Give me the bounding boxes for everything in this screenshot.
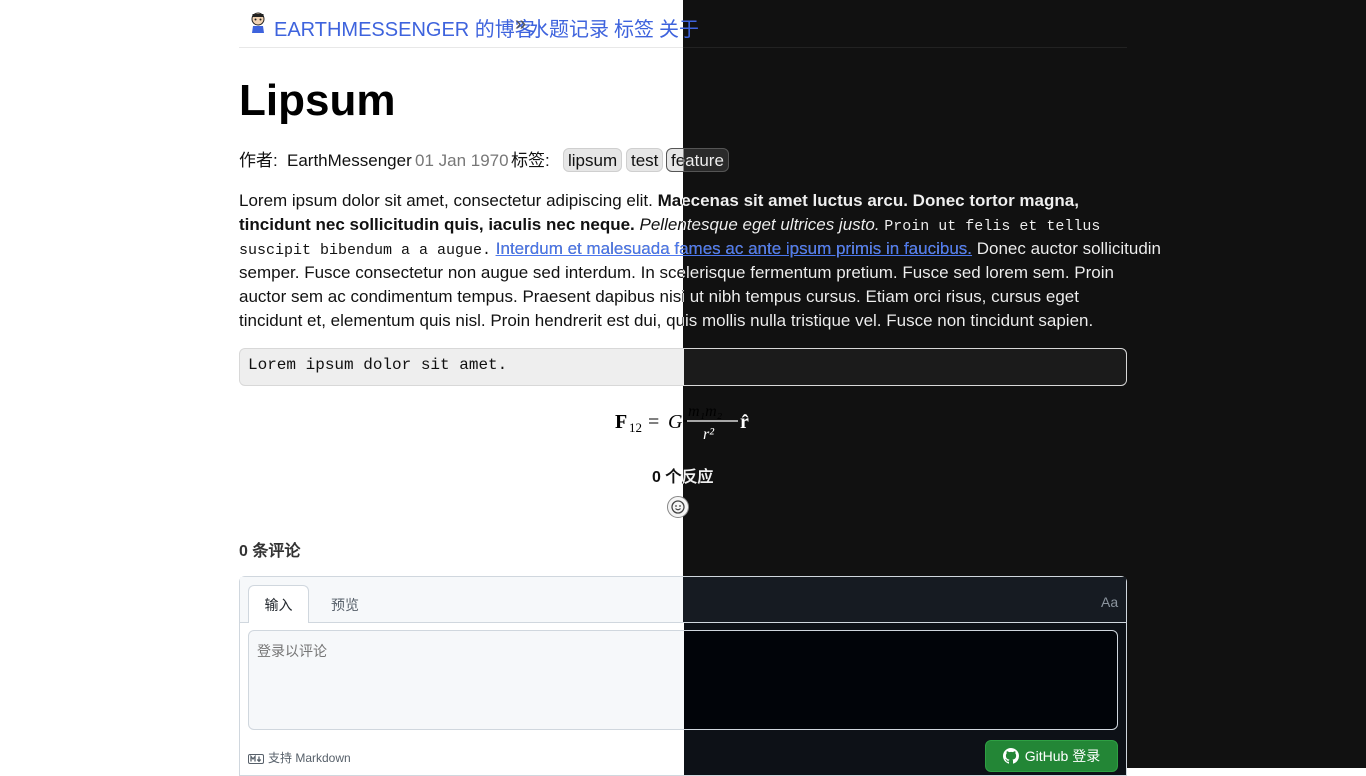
tag-lipsum[interactable]: lipsum xyxy=(563,148,623,172)
comment-box-header xyxy=(240,577,1126,623)
body-line: auctor sem ac condimentum tempus. Praese… xyxy=(239,285,1079,309)
body-link[interactable]: Interdum et malesuada fames ac ante ipsu… xyxy=(496,239,972,258)
nav-link-tags[interactable]: 标签 xyxy=(614,13,654,42)
comments-count: 0 条评论 xyxy=(239,543,301,560)
font-toggle-button[interactable]: Aa xyxy=(1101,594,1118,610)
header-divider xyxy=(239,47,1127,48)
body-line: suscipit bibendum a a augue. Interdum et… xyxy=(239,237,1161,263)
breadcrumb-separator: » xyxy=(515,13,527,35)
tab-input[interactable]: 输入 xyxy=(248,585,309,623)
formula-equals: = xyxy=(648,411,659,433)
formula-numerator: m₁m₂ xyxy=(688,403,723,420)
body-text: Donec auctor sollicitudin xyxy=(972,239,1161,258)
avatar-icon[interactable] xyxy=(250,12,266,34)
nav-link-problems[interactable]: 水题记录 xyxy=(529,13,609,42)
markdown-icon xyxy=(248,751,264,764)
add-reaction-button[interactable] xyxy=(667,496,689,518)
body-line: semper. Fusce consectetur non augue sed … xyxy=(239,261,1114,285)
github-login-label: GitHub 登录 xyxy=(1024,748,1101,764)
formula-lhs: F xyxy=(615,411,627,433)
smiley-icon xyxy=(671,500,685,514)
tag-feature[interactable]: feature xyxy=(666,148,729,172)
tab-preview[interactable]: 预览 xyxy=(331,595,359,615)
math-formula: F 12 = G m₁m₂ r² r̂ xyxy=(615,398,755,448)
code-block-text: Lorem ipsum dolor sit amet. xyxy=(248,356,508,374)
author-name: EarthMessenger xyxy=(287,151,412,170)
author-label: 作者: xyxy=(239,151,278,170)
body-text: Lorem ipsum dolor sit amet, consectetur … xyxy=(239,191,658,210)
page-container: EARTHMESSENGER 的博客 » 水题记录 标签 关于 Lipsum 作… xyxy=(239,0,1127,776)
body-line: tincidunt et, elementum quis nisl. Proin… xyxy=(239,309,1093,333)
body-bold-text: Maecenas sit amet luctus arcu. Donec tor… xyxy=(657,191,1079,210)
page-title: Lipsum xyxy=(239,76,396,125)
formula-denominator: r² xyxy=(703,426,715,443)
body-line: tincidunt nec sollicitudin quis, iaculis… xyxy=(239,213,1100,239)
github-icon xyxy=(1002,748,1019,764)
tag-test[interactable]: test xyxy=(626,148,664,172)
formula-constant: G xyxy=(668,411,683,433)
post-date: 01 Jan 1970 xyxy=(415,151,509,170)
inline-code: Proin ut felis et tellus xyxy=(884,218,1101,235)
inline-code: suscipit bibendum a a augue. xyxy=(239,242,492,259)
comment-input[interactable] xyxy=(248,630,1118,730)
reactions-count: 0 个反应 xyxy=(652,463,713,487)
body-bold-text: tincidunt nec sollicitudin quis, iaculis… xyxy=(239,215,635,234)
formula-lhs-subscript: 12 xyxy=(629,420,642,435)
nav-link-about[interactable]: 关于 xyxy=(659,13,699,42)
body-italic-text: Pellentesque eget ultrices justo. xyxy=(639,215,880,234)
site-name-link[interactable]: EARTHMESSENGER 的博客 xyxy=(274,13,535,42)
formula-unit-vector: r̂ xyxy=(740,411,749,433)
github-login-button[interactable]: GitHub 登录 xyxy=(985,740,1118,772)
tags-label: 标签: xyxy=(511,151,550,170)
body-line: Lorem ipsum dolor sit amet, consectetur … xyxy=(239,189,1079,213)
markdown-support-note: 支持 Markdown xyxy=(268,751,351,765)
